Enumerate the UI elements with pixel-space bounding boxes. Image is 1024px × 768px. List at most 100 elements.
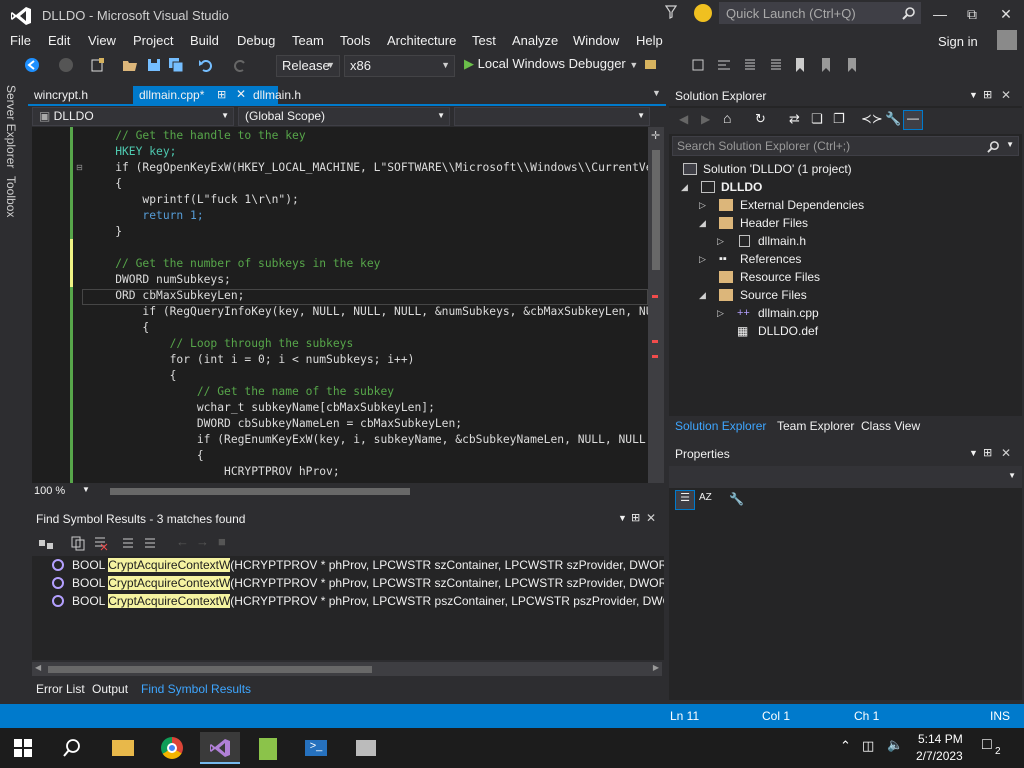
home-icon[interactable]: ⌂ — [723, 110, 731, 126]
tab-class-view[interactable]: Class View — [861, 419, 920, 433]
bookmark-icon[interactable] — [792, 57, 808, 73]
tree-item-resource-files[interactable]: Resource Files — [697, 268, 997, 286]
undo-icon[interactable] — [198, 57, 214, 73]
properties-object-dropdown[interactable]: ▼ — [669, 466, 1022, 488]
tree-item-references[interactable]: ▷ ▪▪ References — [697, 250, 997, 268]
pin-icon[interactable]: ⊞ — [983, 446, 992, 459]
navigate-back-icon[interactable] — [24, 57, 40, 73]
chevron-down-icon[interactable]: ▼ — [618, 513, 627, 523]
collapsed-arrow-icon[interactable]: ▷ — [717, 304, 724, 322]
menu-analyze[interactable]: Analyze — [512, 33, 558, 48]
tab-find-symbol-results[interactable]: Find Symbol Results — [141, 682, 251, 696]
show-all-files-icon[interactable]: ❐ — [833, 111, 845, 127]
remote-desktop-app-icon[interactable] — [346, 732, 386, 764]
collapsed-arrow-icon[interactable]: ▷ — [699, 250, 706, 268]
network-icon[interactable]: ◫ — [862, 738, 874, 754]
split-editor-icon[interactable]: ✛ — [651, 129, 660, 142]
preview-selected-icon[interactable]: — — [903, 110, 923, 130]
copy-icon[interactable] — [70, 535, 86, 551]
close-icon[interactable]: ✕ — [1001, 446, 1011, 460]
notification-filter-icon[interactable] — [665, 5, 677, 19]
platform-dropdown[interactable]: x86 ▼ — [344, 55, 455, 77]
powershell-app-icon[interactable]: >_ — [296, 732, 336, 764]
clear-all-icon[interactable] — [92, 535, 108, 551]
scrollbar-thumb[interactable] — [652, 150, 660, 270]
menu-view[interactable]: View — [88, 33, 116, 48]
tab-wincrypt-h[interactable]: wincrypt.h — [28, 86, 94, 105]
next-bookmark-icon[interactable] — [844, 57, 860, 73]
code-editor[interactable]: ⊟ // Get the handle to the key HKEY key;… — [32, 127, 648, 483]
search-icon[interactable] — [987, 140, 1000, 153]
property-pages-icon[interactable]: 🔧 — [729, 492, 744, 506]
scroll-left-icon[interactable]: ◀ — [35, 663, 41, 672]
close-icon[interactable]: ✕ — [1001, 88, 1011, 102]
menu-build[interactable]: Build — [190, 33, 219, 48]
expanded-arrow-icon[interactable]: ◢ — [681, 178, 688, 196]
pin-icon[interactable]: ⊞ — [983, 88, 992, 101]
tab-overflow-icon[interactable]: ▼ — [652, 88, 661, 98]
uncomment-icon[interactable] — [768, 57, 784, 73]
scroll-right-icon[interactable]: ▶ — [653, 663, 659, 672]
search-icon[interactable] — [902, 6, 916, 20]
tree-item-external-dependencies[interactable]: ▷ External Dependencies — [697, 196, 997, 214]
scope-dropdown[interactable]: (Global Scope) ▼ — [238, 107, 450, 126]
tab-error-list[interactable]: Error List — [36, 682, 85, 696]
properties-wrench-icon[interactable]: 🔧 — [885, 111, 901, 127]
tree-item-project[interactable]: ◢ DLLDO — [679, 178, 979, 196]
tab-output[interactable]: Output — [92, 682, 128, 696]
clock-date[interactable]: 2/7/2023 — [916, 749, 963, 763]
find-result-row[interactable]: BOOL CryptAcquireContextW(HCRYPTPROV * p… — [32, 574, 664, 592]
menu-team[interactable]: Team — [292, 33, 324, 48]
configuration-dropdown[interactable]: Release ▼ — [276, 55, 340, 77]
server-explorer-tab[interactable]: Server Explorer — [4, 85, 18, 168]
collapsed-arrow-icon[interactable]: ▷ — [699, 196, 706, 214]
expanded-arrow-icon[interactable]: ◢ — [699, 286, 706, 304]
chevron-down-icon[interactable]: ▼ — [82, 485, 90, 494]
find-result-row[interactable]: BOOL CryptAcquireContextW(HCRYPTPROV * p… — [32, 556, 664, 574]
menu-edit[interactable]: Edit — [48, 33, 70, 48]
redo-icon[interactable] — [232, 57, 248, 73]
collapsed-arrow-icon[interactable]: ▷ — [717, 232, 724, 250]
menu-file[interactable]: File — [10, 33, 31, 48]
navigate-forward-icon[interactable] — [58, 57, 74, 73]
back-arrow-icon[interactable]: ← — [176, 534, 189, 549]
tab-solution-explorer[interactable]: Solution Explorer — [675, 419, 766, 433]
restore-icon[interactable]: ⧉ — [962, 4, 982, 24]
pending-changes-icon[interactable]: ↻ — [755, 111, 766, 127]
save-icon[interactable] — [146, 57, 162, 73]
chevron-up-icon[interactable]: ⌃ — [840, 738, 851, 754]
chevron-down-icon[interactable]: ▼ — [969, 90, 978, 100]
go-to-definition-icon[interactable] — [38, 535, 54, 551]
attach-icon[interactable] — [644, 57, 660, 73]
volume-icon[interactable]: 🔈 — [887, 737, 903, 753]
tree-item-solution[interactable]: Solution 'DLLDO' (1 project) — [683, 160, 983, 178]
menu-window[interactable]: Window — [573, 33, 619, 48]
find-result-row[interactable]: BOOL CryptAcquireContextW(HCRYPTPROV * p… — [32, 592, 664, 610]
categorized-icon[interactable]: ☰ — [675, 490, 695, 510]
pin-icon[interactable]: ⊞ — [631, 511, 640, 524]
notepad-app-icon[interactable] — [248, 732, 288, 764]
account-icon[interactable] — [997, 30, 1017, 50]
chevron-down-icon[interactable]: ▼ — [969, 448, 978, 458]
tree-item-dllmain-h[interactable]: ▷ dllmain.h — [715, 232, 1015, 250]
sync-icon[interactable]: ⇄ — [789, 111, 800, 127]
menu-debug[interactable]: Debug — [237, 33, 275, 48]
menu-project[interactable]: Project — [133, 33, 173, 48]
previous-location-icon[interactable] — [120, 535, 136, 551]
tab-team-explorer[interactable]: Team Explorer — [777, 419, 854, 433]
align-icon[interactable] — [716, 57, 732, 73]
menu-test[interactable]: Test — [472, 33, 496, 48]
project-dropdown[interactable]: ▣ DLLDO ▼ — [32, 107, 234, 126]
menu-help[interactable]: Help — [636, 33, 663, 48]
stop-icon[interactable]: ■ — [218, 534, 226, 549]
tab-dllmain-h[interactable]: dllmain.h — [247, 86, 307, 105]
view-code-icon[interactable]: ≺≻ — [861, 111, 883, 127]
windows-start-icon[interactable] — [14, 739, 32, 757]
tree-item-dlldo-def[interactable]: ▦ DLLDO.def — [715, 322, 1015, 340]
alphabetical-icon[interactable]: AZ — [699, 492, 712, 503]
tree-item-dllmain-cpp[interactable]: ▷ ++ dllmain.cpp — [715, 304, 1015, 322]
tree-item-header-files[interactable]: ◢ Header Files — [697, 214, 997, 232]
collapse-all-icon[interactable]: ❏ — [811, 111, 823, 127]
sign-in-link[interactable]: Sign in — [938, 34, 978, 49]
member-dropdown[interactable]: ▼ — [454, 107, 650, 126]
